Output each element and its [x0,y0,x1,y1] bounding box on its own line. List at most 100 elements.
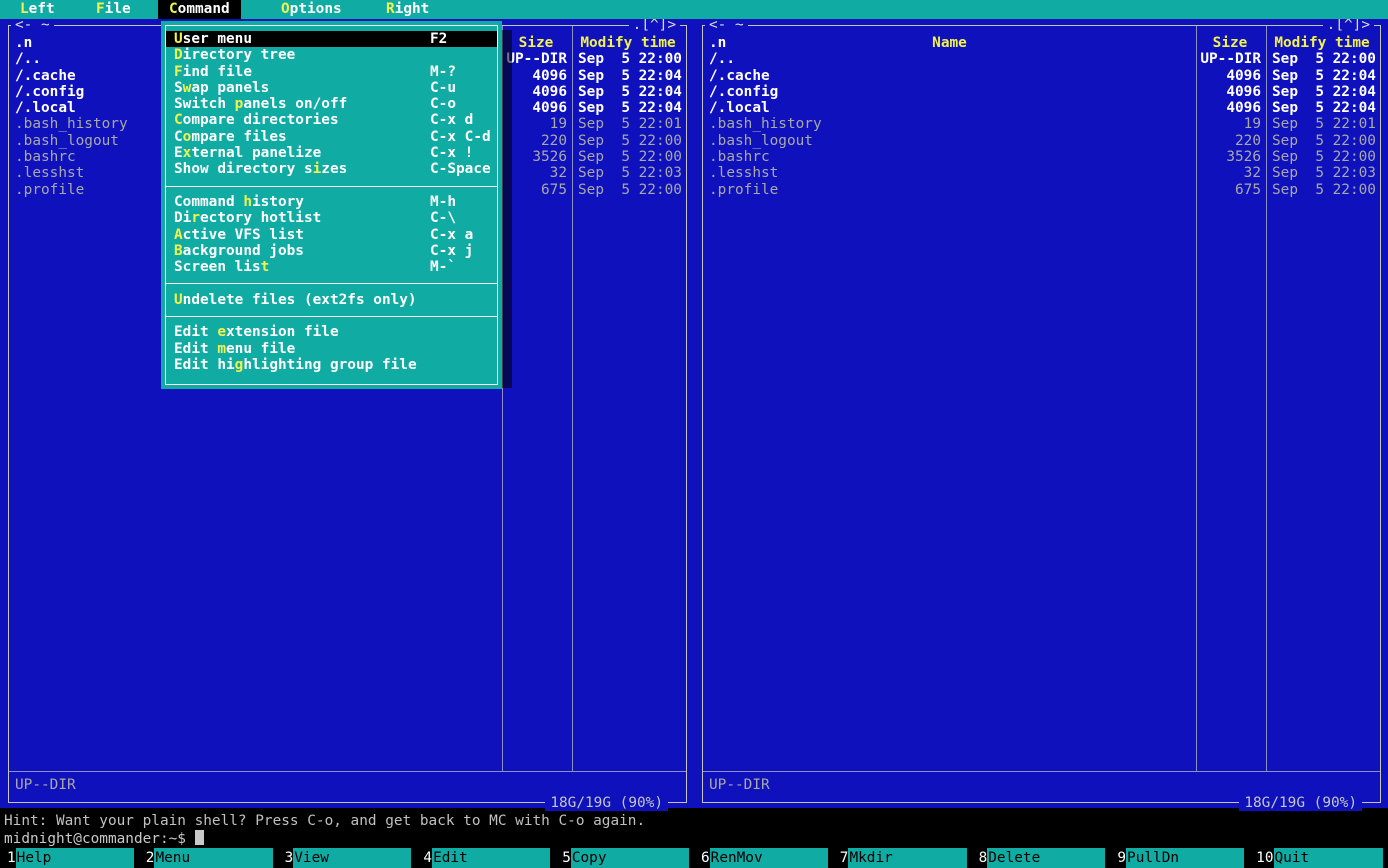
menu-item-shortcut: C-x C-d [430,129,497,145]
file-size: 4096 [1195,100,1265,116]
menu-item-label: Command history [174,194,430,210]
file-row-bash-logout[interactable]: .bash_logout220Sep 5 22:00 [704,133,1379,149]
file-size: 220 [1195,133,1265,149]
sort-indicator: .n [15,35,32,51]
menu-shadow [502,30,512,388]
fkey-label: Edit [432,848,550,868]
menubar-item-right[interactable]: Right [386,0,429,19]
menu-item-shortcut: M-h [430,194,497,210]
function-key-bar: 1Help2Menu3View4Edit5Copy6RenMov7Mkdir8D… [0,848,1388,868]
file-mtime: Sep 5 22:00 [1265,149,1379,165]
menu-item-label: Edit menu file [174,341,430,357]
column-header-name[interactable]: .nName [704,35,1195,51]
file-row-lesshst[interactable]: .lesshst32Sep 5 22:03 [704,165,1379,181]
fkey-label: Quit [1274,848,1383,868]
file-name: .lesshst [704,165,1195,181]
file-mtime: Sep 5 22:01 [571,116,685,132]
file-mtime: Sep 5 22:00 [571,133,685,149]
panel-left-updir-button[interactable]: .[^]> [629,17,680,33]
menu-item-edit-extension-file[interactable]: Edit extension file [166,324,497,340]
fkey-renmov[interactable]: 6RenMov [694,848,833,868]
file-row-bash-history[interactable]: .bash_history19Sep 5 22:01 [704,116,1379,132]
shell-prompt[interactable]: midnight@commander:~$ [4,830,204,847]
menu-item-label: External panelize [174,145,430,161]
ministatus-separator [703,771,1380,772]
menu-item-label: Swap panels [174,80,430,96]
fkey-number: 7 [833,848,849,868]
file-name: /.local [704,100,1195,116]
file-size: 4096 [1195,68,1265,84]
menubar-item-file[interactable]: File [96,0,131,19]
panel-right: <- ~ .[^]> .nName Size Modify time /..UP… [694,18,1388,808]
menubar-item-left[interactable]: Left [20,0,55,19]
column-header-mtime[interactable]: Modify time [1265,35,1379,51]
file-mtime: Sep 5 22:04 [1265,100,1379,116]
file-size: 19 [1195,116,1265,132]
menu-item-swap-panels[interactable]: Swap panelsC-u [166,80,497,96]
menubar-item-command[interactable]: Command [158,0,241,19]
file-mtime: Sep 5 22:04 [571,84,685,100]
file-mtime: Sep 5 22:01 [1265,116,1379,132]
menu-item-label: Edit highlighting group file [174,357,430,373]
fkey-copy[interactable]: 5Copy [555,848,694,868]
column-header-mtime[interactable]: Modify time [571,35,685,51]
menu-item-shortcut [430,324,497,340]
file-row-bashrc[interactable]: .bashrc3526Sep 5 22:00 [704,149,1379,165]
text-cursor [195,830,204,845]
menu-item-edit-highlighting-group-file[interactable]: Edit highlighting group file [166,357,497,373]
fkey-view[interactable]: 3View [278,848,417,868]
menu-item-directory-hotlist[interactable]: Directory hotlistC-\ [166,210,497,226]
menu-item-compare-directories[interactable]: Compare directoriesC-x d [166,112,497,128]
disk-usage: 18G/19G (90%) [1239,795,1362,811]
menubar-item-options[interactable]: Options [281,0,342,19]
fkey-label: Delete [987,848,1105,868]
fkey-label: RenMov [710,848,828,868]
fkey-help[interactable]: 1Help [0,848,139,868]
fkey-menu[interactable]: 2Menu [139,848,278,868]
file-row-config[interactable]: /.config4096Sep 5 22:04 [704,84,1379,100]
menu-item-undelete-files-ext2fs-only[interactable]: Undelete files (ext2fs only) [166,292,497,308]
file-size: UP--DIR [1195,51,1265,67]
column-header-size[interactable]: Size [1195,35,1265,51]
menu-item-label: Screen list [174,259,430,275]
menu-item-label: Switch panels on/off [174,96,430,112]
file-row-profile[interactable]: .profile675Sep 5 22:00 [704,182,1379,198]
panel-header-row: .nName Size Modify time [704,35,1379,51]
menu-item-compare-files[interactable]: Compare filesC-x C-d [166,129,497,145]
menu-item-edit-menu-file[interactable]: Edit menu file [166,341,497,357]
file-name: .bashrc [704,149,1195,165]
menu-item-active-vfs-list[interactable]: Active VFS listC-x a [166,227,497,243]
menu-item-find-file[interactable]: Find fileM-? [166,64,497,80]
fkey-label: PullDn [1126,848,1244,868]
menu-item-command-history[interactable]: Command historyM-h [166,194,497,210]
file-row-local[interactable]: /.local4096Sep 5 22:04 [704,100,1379,116]
menu-item-external-panelize[interactable]: External panelizeC-x ! [166,145,497,161]
menu-item-label: Active VFS list [174,227,430,243]
menu-item-show-directory-sizes[interactable]: Show directory sizesC-Space [166,161,497,177]
menu-item-label: Edit extension file [174,324,430,340]
panel-right-updir-button[interactable]: .[^]> [1323,17,1374,33]
menu-item-directory-tree[interactable]: Directory tree [166,47,497,63]
menu-item-label: Find file [174,64,430,80]
fkey-delete[interactable]: 8Delete [972,848,1111,868]
file-row-[interactable]: /..UP--DIRSep 5 22:00 [704,51,1379,67]
menu-item-screen-list[interactable]: Screen listM-` [166,259,497,275]
file-size: 3526 [1195,149,1265,165]
fkey-pulldn[interactable]: 9PullDn [1110,848,1249,868]
mc-terminal-screen: Left File Command Options Right <- ~ .[^]> .… [0,0,1388,868]
menu-item-background-jobs[interactable]: Background jobsC-x j [166,243,497,259]
menu-item-user-menu[interactable]: User menuF2 [166,31,497,47]
ministatus-separator [9,771,686,772]
menu-item-label: Directory tree [174,47,430,63]
menu-separator [166,275,497,291]
file-row-cache[interactable]: /.cache4096Sep 5 22:04 [704,68,1379,84]
menu-item-shortcut [430,341,497,357]
menu-item-switch-panels-on-off[interactable]: Switch panels on/offC-o [166,96,497,112]
menu-item-shortcut: C-x a [430,227,497,243]
fkey-mkdir[interactable]: 7Mkdir [833,848,972,868]
menu-item-shortcut [430,47,497,63]
panel-right-frame: <- ~ .[^]> .nName Size Modify time /..UP… [702,25,1381,803]
fkey-number: 8 [972,848,988,868]
fkey-quit[interactable]: 10Quit [1249,848,1388,868]
fkey-edit[interactable]: 4Edit [416,848,555,868]
